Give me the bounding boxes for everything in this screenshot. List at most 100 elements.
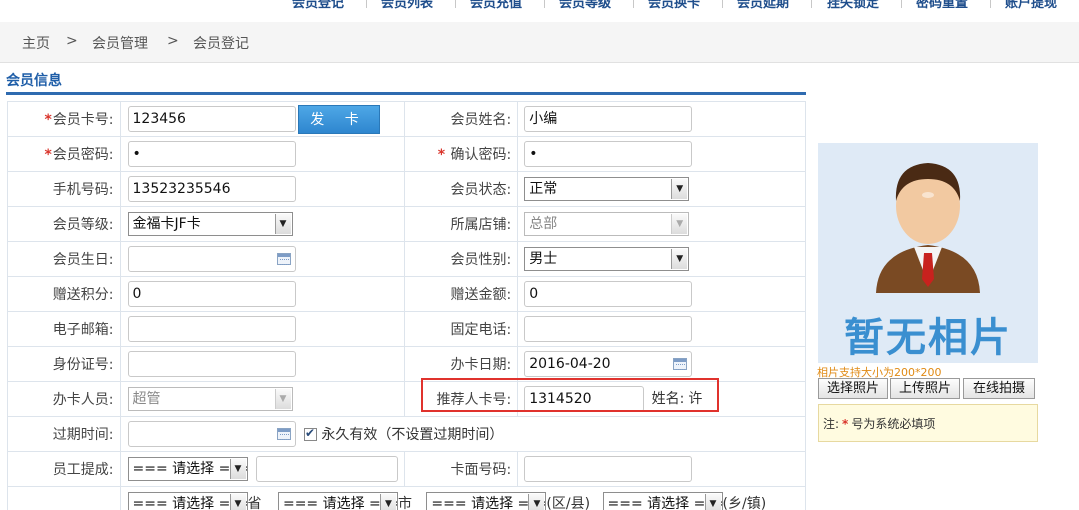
chevron-down-icon: ▼ bbox=[274, 389, 291, 409]
card-no-label: *会员卡号: bbox=[7, 101, 121, 137]
breadcrumb-home[interactable]: 主页 bbox=[22, 33, 50, 53]
issue-date-input[interactable]: 2016-04-20 bbox=[524, 351, 693, 377]
address-label bbox=[7, 486, 121, 510]
calendar-icon[interactable] bbox=[673, 358, 688, 370]
breadcrumb-separator: > bbox=[66, 33, 78, 49]
status-select[interactable]: 正常 ▼ bbox=[524, 177, 690, 201]
nav-separator bbox=[544, 0, 545, 8]
breadcrumb-current: 会员登记 bbox=[193, 36, 249, 52]
gender-select[interactable]: 男士 ▼ bbox=[524, 247, 690, 271]
chevron-down-icon: ▼ bbox=[229, 459, 246, 479]
bonus-amount-label: 赠送金额: bbox=[404, 276, 519, 312]
province-suffix: 省 bbox=[247, 496, 262, 510]
member-photo: 暂无相片 bbox=[818, 143, 1038, 363]
member-form: *会员卡号: 123456 发 卡 会员姓名: 小编 *会员密码: • * 确认密… bbox=[7, 101, 807, 510]
member-registration-page: 会员登记 会员列表 会员充值 会员等级 会员换卡 会员延期 挂失锁定 密码重置 … bbox=[0, 0, 1079, 510]
confirm-password-input[interactable]: • bbox=[524, 141, 693, 167]
bonus-amount-input[interactable]: 0 bbox=[524, 281, 693, 307]
birthday-input[interactable] bbox=[127, 246, 296, 272]
nav-card-replace[interactable]: 会员换卡 bbox=[648, 0, 700, 11]
nav-member-recharge[interactable]: 会员充值 bbox=[470, 0, 522, 11]
calendar-icon[interactable] bbox=[276, 428, 291, 440]
confirm-password-label: * 确认密码: bbox=[404, 136, 519, 172]
phone-input[interactable]: 13523235546 bbox=[127, 176, 296, 202]
expiry-input[interactable] bbox=[127, 421, 296, 447]
bonus-points-input[interactable]: 0 bbox=[127, 281, 296, 307]
issuer-select[interactable]: 超管 ▼ bbox=[127, 387, 293, 411]
nav-withdraw[interactable]: 账户提现 bbox=[1005, 0, 1057, 11]
id-number-input[interactable] bbox=[127, 351, 296, 377]
nav-member-register[interactable]: 会员登记 bbox=[292, 0, 344, 11]
breadcrumb-member-management[interactable]: 会员管理 bbox=[92, 33, 148, 53]
status-label: 会员状态: bbox=[404, 171, 519, 207]
town-suffix: (乡/镇) bbox=[722, 496, 767, 510]
store-label: 所属店铺: bbox=[404, 206, 519, 242]
top-nav: 会员登记 会员列表 会员充值 会员等级 会员换卡 会员延期 挂失锁定 密码重置 … bbox=[0, 0, 1079, 12]
landline-label: 固定电话: bbox=[404, 311, 519, 347]
phone-label: 手机号码: bbox=[7, 171, 121, 207]
chevron-down-icon: ▼ bbox=[704, 494, 721, 510]
chevron-down-icon: ▼ bbox=[671, 249, 688, 269]
level-select[interactable]: 金福卡JF卡 ▼ bbox=[127, 212, 293, 236]
bonus-points-label: 赠送积分: bbox=[7, 276, 121, 312]
breadcrumb-separator: > bbox=[167, 33, 179, 49]
issue-card-button[interactable]: 发 卡 bbox=[297, 104, 380, 134]
nav-separator bbox=[722, 0, 723, 8]
commission-input[interactable] bbox=[255, 456, 398, 482]
commission-label: 员工提成: bbox=[7, 451, 121, 487]
chevron-down-icon: ▼ bbox=[528, 494, 545, 510]
no-photo-text: 暂无相片 bbox=[844, 315, 1012, 361]
member-name-input[interactable]: 小编 bbox=[524, 106, 693, 132]
breadcrumb: 主页 > 会员管理 > 会员登记 bbox=[0, 22, 1079, 63]
email-label: 电子邮箱: bbox=[7, 311, 121, 347]
card-face-no-label: 卡面号码: bbox=[404, 451, 519, 487]
nav-separator bbox=[901, 0, 902, 8]
store-select[interactable]: 总部 ▼ bbox=[524, 212, 690, 236]
expiry-label: 过期时间: bbox=[7, 416, 121, 452]
nav-member-extend[interactable]: 会员延期 bbox=[737, 0, 789, 11]
permanent-label: 永久有效（不设置过期时间） bbox=[321, 427, 504, 443]
nav-separator bbox=[990, 0, 991, 8]
chevron-down-icon: ▼ bbox=[671, 214, 688, 234]
landline-input[interactable] bbox=[524, 316, 693, 342]
city-select[interactable]: === 请选择 === ▼ bbox=[277, 492, 398, 510]
nav-member-level[interactable]: 会员等级 bbox=[559, 0, 611, 11]
required-mark: * bbox=[437, 147, 446, 163]
card-no-input[interactable]: 123456 bbox=[127, 106, 296, 132]
nav-separator bbox=[811, 0, 812, 8]
town-select[interactable]: === 请选择 === ▼ bbox=[602, 492, 723, 510]
issue-date-label: 办卡日期: bbox=[404, 346, 519, 382]
birthday-label: 会员生日: bbox=[7, 241, 121, 277]
nav-separator bbox=[633, 0, 634, 8]
referrer-highlight-box bbox=[421, 378, 719, 412]
district-suffix: (区/县) bbox=[546, 496, 591, 510]
chevron-down-icon: ▼ bbox=[274, 214, 291, 234]
section-divider bbox=[6, 92, 806, 95]
commission-select[interactable]: === 请选择 === ▼ bbox=[127, 457, 248, 481]
calendar-icon[interactable] bbox=[276, 253, 291, 265]
chevron-down-icon: ▼ bbox=[671, 179, 688, 199]
level-label: 会员等级: bbox=[7, 206, 121, 242]
required-mark: * bbox=[842, 417, 849, 431]
chevron-down-icon: ▼ bbox=[379, 494, 396, 510]
nav-password-reset[interactable]: 密码重置 bbox=[916, 0, 968, 11]
password-input[interactable]: • bbox=[127, 141, 296, 167]
province-select[interactable]: === 请选择 === ▼ bbox=[127, 492, 248, 510]
id-number-label: 身份证号: bbox=[7, 346, 121, 382]
nav-lost-lock[interactable]: 挂失锁定 bbox=[827, 0, 879, 11]
online-capture-button[interactable]: 在线拍摄 bbox=[963, 378, 1035, 399]
password-label: *会员密码: bbox=[7, 136, 121, 172]
permanent-checkbox[interactable] bbox=[303, 426, 317, 441]
gender-label: 会员性别: bbox=[404, 241, 519, 277]
issuer-label: 办卡人员: bbox=[7, 381, 121, 417]
district-select[interactable]: === 请选择 === ▼ bbox=[426, 492, 547, 510]
city-suffix: 市 bbox=[397, 496, 412, 510]
section-title: 会员信息 bbox=[6, 73, 62, 89]
required-mark: * bbox=[44, 147, 52, 163]
card-face-no-input[interactable] bbox=[524, 456, 693, 482]
select-photo-button[interactable]: 选择照片 bbox=[818, 378, 888, 399]
required-note: 注: * 号为系统必填项 bbox=[818, 404, 1038, 442]
upload-photo-button[interactable]: 上传照片 bbox=[890, 378, 960, 399]
nav-member-list[interactable]: 会员列表 bbox=[381, 0, 433, 11]
email-input[interactable] bbox=[127, 316, 296, 342]
